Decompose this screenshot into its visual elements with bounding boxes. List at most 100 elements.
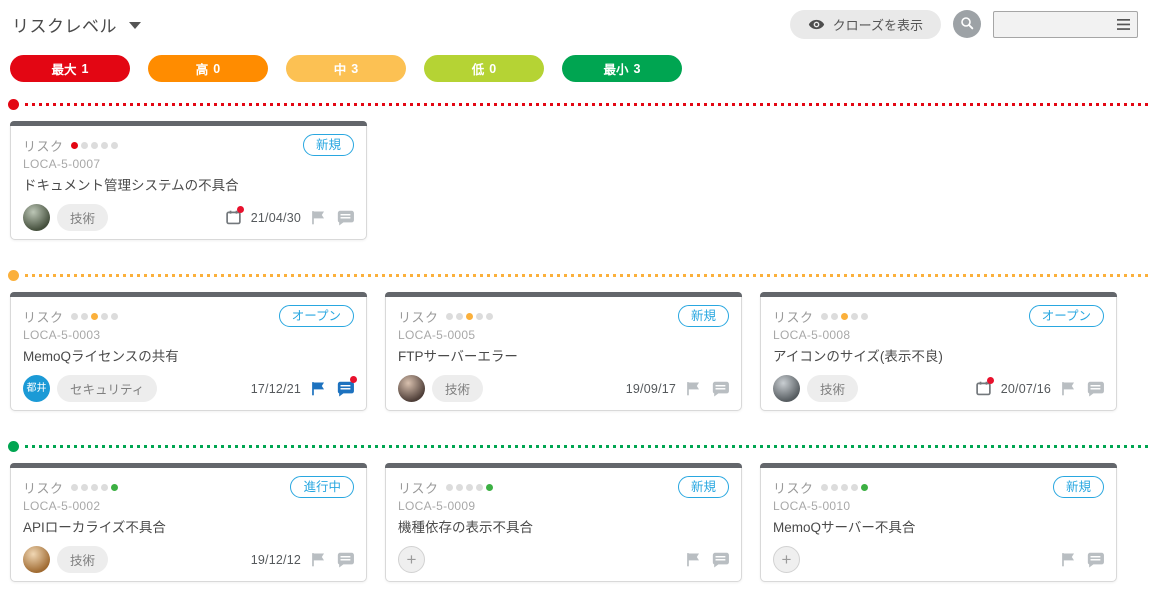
avatar[interactable]	[23, 546, 50, 573]
risk-level-dot	[81, 484, 88, 491]
status-badge: 新規	[678, 476, 729, 498]
card-top-bar	[10, 292, 367, 297]
search-field-wrap	[993, 11, 1138, 38]
card-header: リスク 進行中	[23, 476, 354, 498]
comment-icon[interactable]	[711, 551, 729, 568]
page-title: リスクレベル	[12, 12, 117, 37]
flag-icon[interactable]	[310, 380, 327, 397]
risk-level-dot	[476, 484, 483, 491]
tag-badge: 技術	[807, 375, 858, 402]
avatar[interactable]	[398, 375, 425, 402]
card-top-bar	[760, 292, 1117, 297]
risk-level-dot	[71, 313, 78, 320]
avatar[interactable]	[23, 204, 50, 231]
risk-level-dot	[91, 313, 98, 320]
card-type-label: リスク	[773, 478, 814, 497]
chevron-down-icon	[129, 22, 141, 29]
risk-level-dot	[111, 142, 118, 149]
risk-board: リスクレベル クローズを表示 最大	[0, 0, 1150, 592]
separator-line	[25, 445, 1150, 448]
card-footer: +	[773, 546, 1104, 573]
risk-level-dots	[71, 313, 118, 320]
show-closed-button[interactable]: クローズを表示	[790, 10, 941, 39]
summary-pill[interactable]: 最小 3	[562, 55, 682, 82]
separator-line	[25, 103, 1150, 106]
comment-icon[interactable]	[1086, 551, 1104, 568]
card-top-bar	[10, 463, 367, 468]
card-top-bar	[385, 292, 742, 297]
card-type-label: リスク	[23, 478, 64, 497]
risk-level-dot	[851, 313, 858, 320]
search-button[interactable]	[953, 10, 981, 38]
card-title: FTPサーバーエラー	[398, 345, 729, 365]
eye-icon	[808, 16, 825, 33]
card-header: リスク 新規	[398, 305, 729, 327]
flag-icon[interactable]	[310, 551, 327, 568]
due-date: 21/04/30	[251, 211, 301, 225]
risk-card[interactable]: リスク 新規 LOCA-5-0007 ドキュメント管理システムの不具合 技術 2…	[10, 121, 367, 240]
risk-level-dot	[446, 484, 453, 491]
pill-count: 3	[351, 62, 358, 76]
add-assignee-button[interactable]: +	[398, 546, 425, 573]
flag-icon[interactable]	[1060, 380, 1077, 397]
card-top-bar	[10, 121, 367, 126]
comment-icon[interactable]	[1086, 380, 1104, 397]
card-type-label: リスク	[23, 136, 64, 155]
card-title: 機種依存の表示不具合	[398, 516, 729, 536]
alert-dot	[350, 376, 357, 383]
section-separator	[8, 440, 1150, 452]
summary-pill[interactable]: 高 0	[148, 55, 268, 82]
risk-level-dot	[111, 313, 118, 320]
calendar-icon	[225, 209, 242, 226]
flag-icon[interactable]	[1060, 551, 1077, 568]
avatar[interactable]	[773, 375, 800, 402]
risk-card[interactable]: リスク 新規 LOCA-5-0005 FTPサーバーエラー 技術 19/09/1…	[385, 292, 742, 411]
summary-pill[interactable]: 中 3	[286, 55, 406, 82]
card-row: リスク 新規 LOCA-5-0007 ドキュメント管理システムの不具合 技術 2…	[0, 121, 1150, 240]
card-footer: 都井 セキュリティ 17/12/21	[23, 375, 354, 402]
tag-badge: 技術	[432, 375, 483, 402]
comment-icon[interactable]	[336, 551, 354, 568]
risk-level-dot	[71, 142, 78, 149]
status-badge: 新規	[1053, 476, 1104, 498]
calendar-icon	[975, 380, 992, 397]
risk-level-dots	[446, 484, 493, 491]
summary-pill[interactable]: 最大 1	[10, 55, 130, 82]
flag-icon[interactable]	[685, 551, 702, 568]
section-separator	[8, 98, 1150, 110]
flag-icon[interactable]	[310, 209, 327, 226]
comment-icon[interactable]	[711, 380, 729, 397]
board-title-dropdown[interactable]: リスクレベル	[12, 12, 141, 37]
card-footer: 技術 21/04/30	[23, 204, 354, 231]
risk-level-dot	[446, 313, 453, 320]
risk-card[interactable]: リスク 新規 LOCA-5-0009 機種依存の表示不具合 +	[385, 463, 742, 582]
pill-label: 中	[334, 59, 347, 78]
summary-pill[interactable]: 低 0	[424, 55, 544, 82]
add-assignee-button[interactable]: +	[773, 546, 800, 573]
risk-level-dot	[821, 313, 828, 320]
card-id: LOCA-5-0003	[23, 328, 354, 342]
alert-dot	[987, 377, 994, 384]
due-date: 19/12/12	[251, 553, 301, 567]
avatar[interactable]: 都井	[23, 375, 50, 402]
risk-level-dot	[91, 142, 98, 149]
status-badge: 新規	[303, 134, 354, 156]
pill-label: 最大	[52, 59, 77, 78]
comment-icon[interactable]	[336, 380, 354, 397]
pill-label: 高	[196, 59, 209, 78]
risk-level-dot	[861, 313, 868, 320]
footer-actions: 19/09/17	[626, 380, 729, 397]
card-header: リスク オープン	[773, 305, 1104, 327]
flag-icon[interactable]	[685, 380, 702, 397]
risk-card[interactable]: リスク 新規 LOCA-5-0010 MemoQサーバー不具合 +	[760, 463, 1117, 582]
due-date: 20/07/16	[1001, 382, 1051, 396]
comment-icon[interactable]	[336, 209, 354, 226]
search-input[interactable]	[993, 11, 1138, 38]
card-type-label: リスク	[23, 307, 64, 326]
risk-card[interactable]: リスク オープン LOCA-5-0003 MemoQライセンスの共有 都井 セキ…	[10, 292, 367, 411]
risk-level-dot	[821, 484, 828, 491]
card-title: MemoQサーバー不具合	[773, 516, 1104, 536]
card-header: リスク 新規	[773, 476, 1104, 498]
risk-card[interactable]: リスク 進行中 LOCA-5-0002 APIローカライズ不具合 技術 19/1…	[10, 463, 367, 582]
risk-card[interactable]: リスク オープン LOCA-5-0008 アイコンのサイズ(表示不良) 技術 2…	[760, 292, 1117, 411]
